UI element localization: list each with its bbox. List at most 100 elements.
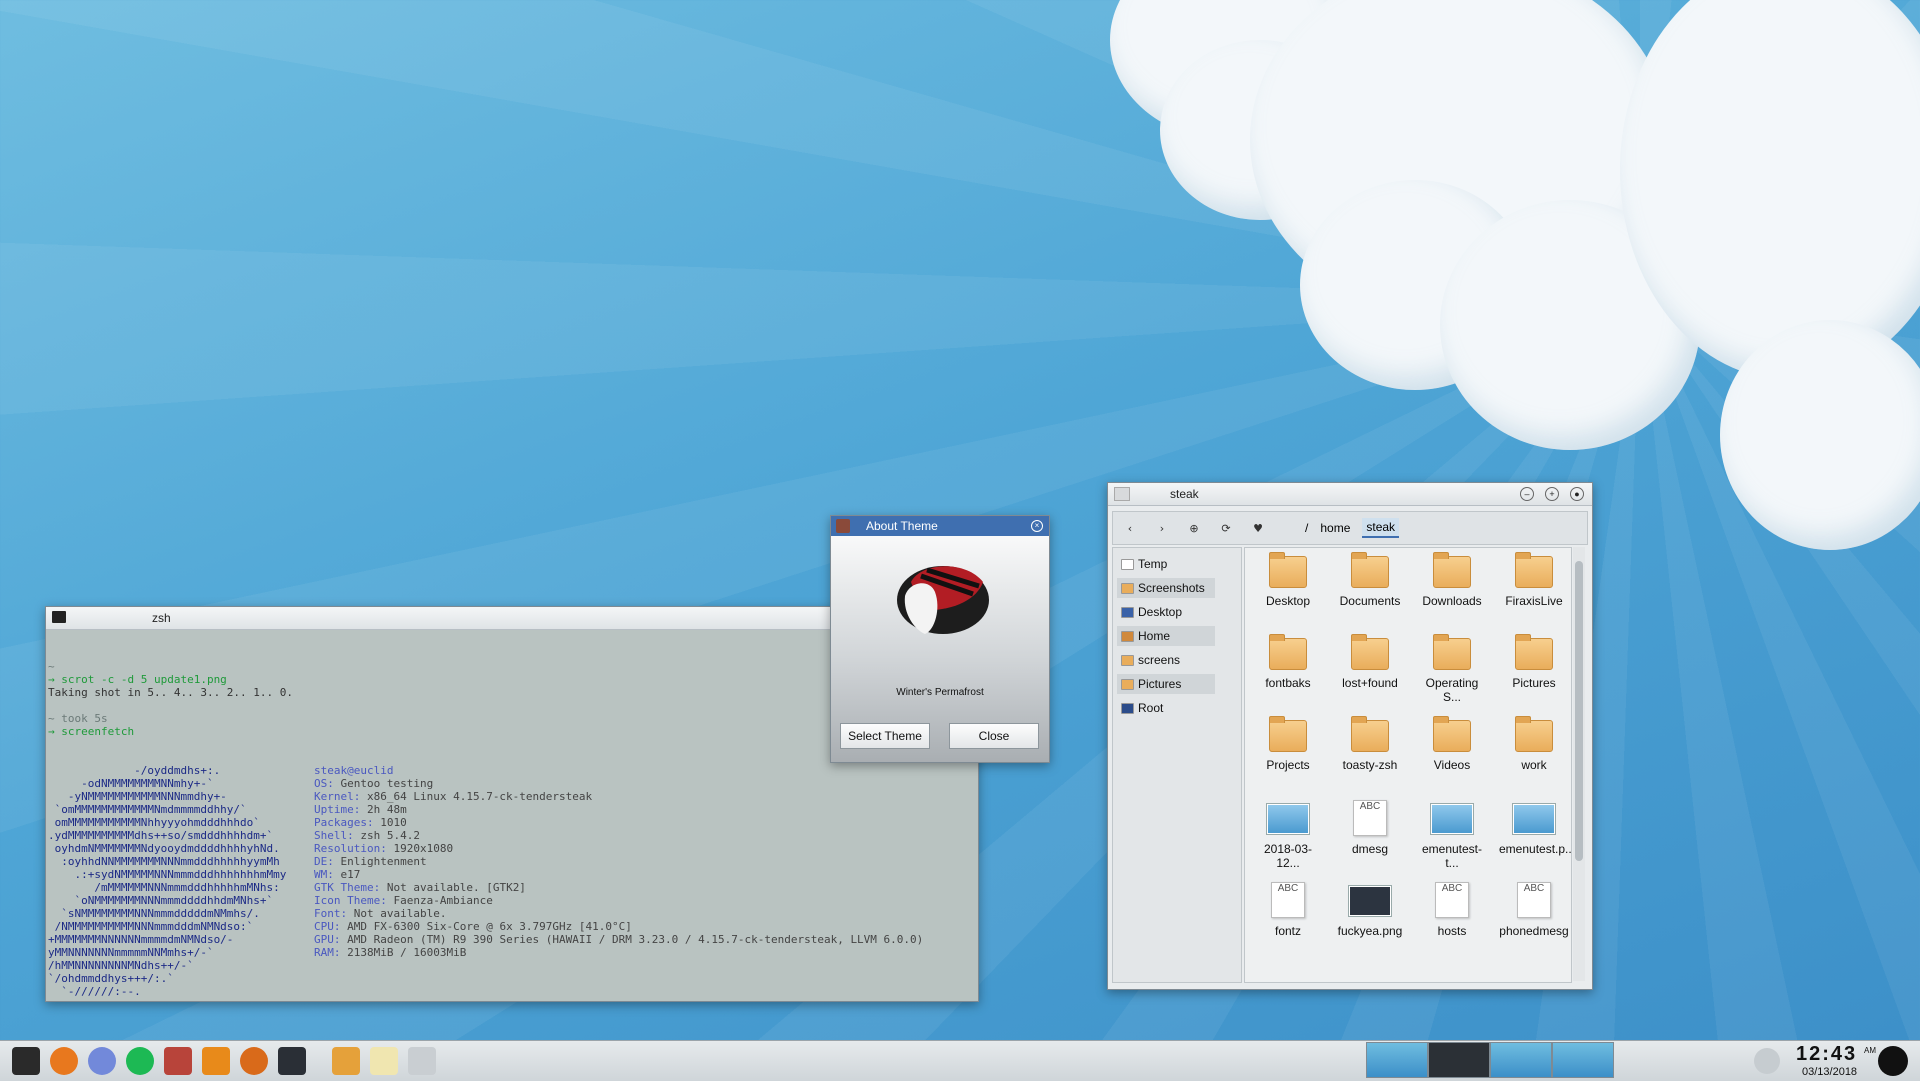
file-item[interactable]: Operating S... [1417,634,1487,704]
file-item[interactable]: lost+found [1335,634,1405,690]
file-item[interactable]: emenutest.p... [1499,798,1572,856]
tray-icon[interactable] [1754,1048,1780,1074]
theme-preview-image [891,552,995,642]
text-file-icon: ABC [1517,882,1551,918]
file-item[interactable]: FiraxisLive [1499,552,1569,608]
select-theme-button[interactable]: Select Theme [840,723,930,749]
vlc-icon[interactable] [202,1047,230,1075]
breadcrumb-steak[interactable]: steak [1362,518,1400,538]
minimize-icon[interactable]: – [1520,487,1534,501]
file-item[interactable]: ABC hosts [1417,880,1487,938]
file-manager-window[interactable]: steak – + ● ‹ › ⊕ ⟳ ♥ / home steak Temp S… [1107,482,1593,990]
close-button[interactable]: Close [949,723,1039,749]
pager-desk-1[interactable] [1366,1042,1428,1078]
image-icon [1513,804,1555,834]
folder-icon [1351,716,1389,752]
file-item[interactable]: Projects [1253,716,1323,772]
file-item[interactable]: Videos [1417,716,1487,772]
info-value: Not available. [353,907,447,920]
about-theme-titlebar[interactable]: About Theme × [831,516,1049,536]
theme-name: Winter's Permafrost [896,687,984,698]
info-value: x86_64 Linux 4.15.7-ck-tendersteak [366,790,593,803]
close-icon[interactable]: ● [1570,487,1584,501]
file-item[interactable]: ABC fontz [1253,880,1323,938]
maximize-icon[interactable]: + [1545,487,1559,501]
close-icon[interactable]: × [1031,520,1043,532]
file-item[interactable]: 2018-03-12... [1253,798,1323,870]
breadcrumb-home[interactable]: home [1320,521,1350,535]
folder-icon [1433,552,1471,588]
sidebar-item-screenshots[interactable]: Screenshots [1117,578,1215,598]
logo-line: `-//////:--. [48,985,141,998]
window-title: steak [1170,487,1199,501]
sidebar-item-desktop[interactable]: Desktop [1117,602,1215,622]
system-info: steak@euclid OS: Gentoo testing Kernel: x8… [314,764,923,959]
scrollbar[interactable] [1573,547,1585,981]
steam-icon[interactable] [278,1047,306,1075]
editor-icon[interactable] [370,1047,398,1075]
files-icon[interactable] [408,1047,436,1075]
file-item-label: emenutest.p... [1499,842,1572,856]
game-icon[interactable] [164,1047,192,1075]
file-item-label: Documents [1339,594,1401,608]
file-item[interactable]: toasty-zsh [1335,716,1405,772]
logo-line: -odNMMMMMMMMNNmhy+-` [48,777,214,790]
favorites-icon[interactable]: ♥ [1247,519,1269,537]
file-icon [1121,558,1134,570]
info-key: Kernel: [314,790,367,803]
file-item[interactable]: fontbaks [1253,634,1323,690]
up-icon[interactable]: ⊕ [1183,519,1205,537]
sidebar-item-label: Desktop [1138,605,1183,619]
logo-line: :oyhhdNNMMMMMMMNNNmmdddhhhhhyymMh [48,855,280,868]
info-value: 1010 [380,816,407,829]
sidebar-item-home[interactable]: Home [1117,626,1215,646]
discord-icon[interactable] [88,1047,116,1075]
file-item[interactable]: fuckyea.png [1335,880,1405,938]
refresh-icon[interactable]: ⟳ [1215,519,1237,537]
pager-desk-3[interactable] [1490,1042,1552,1078]
file-manager-titlebar[interactable]: steak – + ● [1108,483,1592,506]
about-theme-dialog[interactable]: About Theme × Winter's Permafrost Select… [830,515,1050,763]
places-sidebar: Temp Screenshots Desktop Home screens Picture… [1112,547,1242,983]
breadcrumb-root[interactable]: / [1305,521,1308,535]
pager-desk-4[interactable] [1552,1042,1614,1078]
file-item-label: lost+found [1342,676,1398,690]
forward-icon[interactable]: › [1151,519,1173,537]
image-icon [1431,804,1473,834]
pager-desk-2[interactable] [1428,1042,1490,1078]
file-item[interactable]: Desktop [1253,552,1323,608]
file-item-label: Operating S... [1425,676,1479,704]
sidebar-item-pictures[interactable]: Pictures [1117,674,1215,694]
avatar[interactable] [1878,1046,1908,1076]
sidebar-item-temp[interactable]: Temp [1117,554,1215,574]
sidebar-item-screens[interactable]: screens [1117,650,1215,670]
terminal-icon[interactable] [12,1047,40,1075]
info-row: OS: Gentoo testing [314,777,923,790]
paint-icon[interactable] [332,1047,360,1075]
text-file-icon: ABC [1353,800,1387,836]
logo-line: -/oyddmdhs+:. [48,764,221,777]
scrollbar-thumb[interactable] [1575,561,1583,861]
back-icon[interactable]: ‹ [1119,519,1141,537]
blender-icon[interactable] [50,1047,78,1075]
spotify-icon[interactable] [126,1047,154,1075]
file-item[interactable]: work [1499,716,1569,772]
info-key: CPU: [314,920,348,933]
logo-line: omMMMMMMMMMMMNhhyyyohmdddhhhdo` [48,816,260,829]
file-item[interactable]: emenutest-t... [1417,798,1487,870]
file-item-label: 2018-03-12... [1263,842,1313,870]
file-item[interactable]: Downloads [1417,552,1487,608]
file-item[interactable]: Pictures [1499,634,1569,690]
logo-line: /NMMMMMMMMMMNNNmmmdddmNMNdso:` [48,920,254,933]
sidebar-item-root[interactable]: Root [1117,698,1215,718]
logo-line: `/ohdmmddhys+++/:.` [48,972,174,985]
file-item[interactable]: ABC phonedmesg [1499,880,1569,938]
logo-line: .ydMMMMMMMMMMdhs++so/smdddhhhhdm+` [48,829,274,842]
file-item[interactable]: ABC dmesg [1335,798,1405,856]
screenfetch-output: -/oyddmdhs+:. -odNMMMMMMMMNNmhy+-` -yNMM… [48,764,976,998]
firefox-icon[interactable] [240,1047,268,1075]
info-key: OS: [314,777,341,790]
taskbar: 12:43 AM 03/13/2018 [0,1040,1920,1081]
file-item[interactable]: Documents [1335,552,1405,608]
logo-line: /hMMNNNNNNNNMNdhs++/-` [48,959,194,972]
